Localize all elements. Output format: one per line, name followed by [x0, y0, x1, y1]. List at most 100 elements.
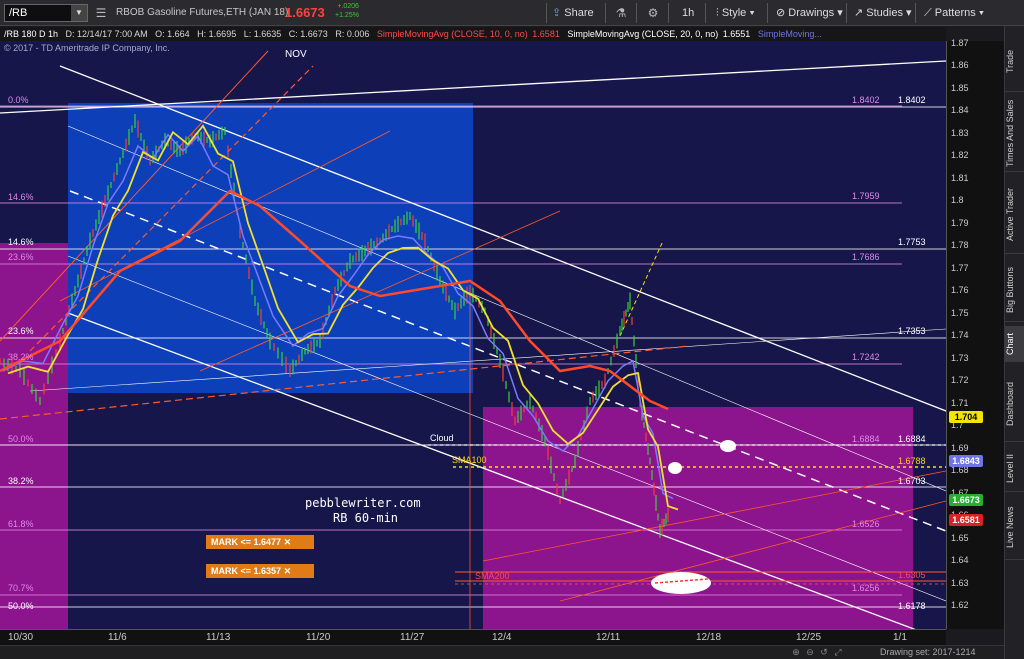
- symbol-text: /RB: [9, 7, 28, 19]
- share-icon: ⇪: [552, 7, 562, 19]
- sidebar-tab-big-buttons[interactable]: Big Buttons: [1005, 258, 1024, 322]
- bar-low: L: 1.6635: [243, 29, 282, 39]
- close-icon[interactable]: ✕: [284, 566, 292, 576]
- patterns-icon: ⟋: [924, 7, 932, 19]
- zoom-in-icon[interactable]: ⊕: [790, 647, 802, 658]
- x-tick-label: 11/27: [400, 632, 425, 643]
- sma-more-study[interactable]: SimpleMoving...: [758, 29, 822, 39]
- x-tick-label: 12/18: [696, 632, 722, 643]
- fib-left-3: 23.6%: [8, 252, 34, 262]
- fib-left-2: 14.6%: [8, 237, 34, 247]
- sma100-marker: [668, 462, 682, 474]
- fib-right-4: 1.7686: [852, 252, 880, 262]
- y-tick-label: 1.62: [951, 600, 969, 610]
- y-tick-label: 1.83: [951, 127, 969, 138]
- pct-change: +1.25%: [335, 12, 359, 19]
- fib-right-6: 1.7242: [852, 352, 880, 362]
- sma100-label: SMA100: [452, 455, 487, 465]
- gear-icon[interactable]: ⚙: [644, 4, 662, 22]
- bar-date: D: 12/14/17 7:00 AM: [65, 29, 148, 39]
- fib-left-0: 0.0%: [8, 95, 29, 105]
- drawings-button[interactable]: ⊘ Drawings ▾: [772, 4, 843, 22]
- mark-order-2[interactable]: MARK <= 1.6357 ✕: [206, 564, 314, 578]
- y-tick-label: 1.78: [951, 240, 969, 251]
- x-tick-label: 1/1: [893, 632, 907, 643]
- y-tick-label: 1.87: [951, 38, 969, 48]
- fib-left-7: 38.2%: [8, 476, 34, 486]
- price-badge: 1.6843: [949, 455, 983, 468]
- y-tick-label: 1.75: [951, 307, 969, 318]
- share-button[interactable]: ⇪ Share: [548, 4, 594, 22]
- sidebar-tab-chart[interactable]: Chart: [1005, 326, 1024, 362]
- y-tick-label: 1.82: [951, 150, 969, 161]
- fib-right-5: 1.7353: [898, 326, 926, 336]
- price-axis[interactable]: 1.87 1.86 1.85 1.84 1.83 1.82 1.81 1.8 1.79 1.78 1…: [946, 38, 1004, 629]
- sidebar-tab-times-and-sales[interactable]: Times And Sales: [1005, 96, 1024, 172]
- sma200-label: SMA200: [475, 571, 510, 581]
- sidebar-tab-dashboard[interactable]: Dashboard: [1005, 366, 1024, 442]
- fib-right-3: 1.7753: [898, 237, 926, 247]
- fib-left-9: 70.7%: [8, 583, 34, 593]
- y-tick-label: 1.77: [951, 262, 969, 273]
- patterns-button[interactable]: ⟋ Patterns ▾: [920, 4, 984, 22]
- chart-drawing: [0, 50, 946, 629]
- menu-icon[interactable]: ☰: [92, 4, 110, 22]
- y-tick-label: 1.64: [951, 555, 969, 566]
- y-tick-label: 1.74: [951, 330, 969, 341]
- studies-button[interactable]: ↗ Studies ▾: [850, 4, 912, 22]
- studies-icon: ↗: [854, 7, 864, 19]
- time-axis[interactable]: 10/30 11/6 11/13 11/20 11/27 12/4 12/11 12/18 12…: [0, 629, 946, 645]
- sma20-value: 1.6551: [722, 29, 751, 39]
- flask-icon[interactable]: ⚗: [612, 4, 630, 22]
- price-change: +.0206 +1.25%: [335, 2, 359, 20]
- x-tick-label: 11/6: [108, 632, 127, 643]
- fib-left-5: 38.2%: [8, 352, 34, 362]
- fib-right-0: 1.8402: [852, 95, 880, 105]
- sidebar-tab-trade[interactable]: Trade: [1005, 32, 1024, 92]
- sma200-marker: [651, 572, 711, 594]
- sidebar-tab-live-news[interactable]: Live News: [1005, 496, 1024, 560]
- fib-right-1: 1.8402: [898, 95, 926, 105]
- bar-range: R: 0.006: [335, 29, 370, 39]
- fib-right-14: 1.6178: [898, 601, 926, 611]
- sma20-study[interactable]: SimpleMovingAvg (CLOSE, 20, 0, no): [567, 29, 718, 39]
- sidebar-tab-level-ii[interactable]: Level II: [1005, 446, 1024, 492]
- mark-order-1[interactable]: MARK <= 1.6477 ✕: [206, 535, 314, 549]
- last-price: 1.6673: [285, 5, 325, 20]
- fib-right-8: 1.6884: [898, 434, 926, 444]
- zoom-out-icon[interactable]: ⊖: [804, 647, 816, 658]
- price-chart[interactable]: © 2017 - TD Ameritrade IP Company, Inc. …: [0, 41, 946, 629]
- y-tick-label: 1.69: [951, 442, 969, 453]
- fib-right-10: 1.6703: [898, 476, 926, 486]
- fib-right-2: 1.7959: [852, 191, 880, 201]
- x-tick-label: 12/25: [796, 632, 822, 643]
- close-icon[interactable]: ✕: [284, 537, 292, 547]
- chevron-down-icon[interactable]: ▼: [71, 5, 87, 21]
- fib-left-8: 61.8%: [8, 519, 34, 529]
- fib-right-11: 1.6526: [852, 519, 880, 529]
- top-toolbar: /RB ▼ ☰ RBOB Gasoline Futures,ETH (JAN 1…: [0, 0, 1024, 26]
- y-tick-label: 1.73: [951, 352, 969, 363]
- sidebar-tab-active-trader[interactable]: Active Trader: [1005, 176, 1024, 254]
- bar-high: H: 1.6695: [197, 29, 237, 39]
- watermark-timeframe: RB 60-min: [333, 511, 399, 525]
- sma10-value: 1.6581: [532, 29, 560, 39]
- y-tick-label: 1.86: [951, 60, 969, 71]
- y-tick-label: 1.81: [951, 172, 969, 183]
- interval-button[interactable]: 1h: [678, 4, 694, 22]
- reset-icon[interactable]: ↺: [818, 647, 830, 658]
- y-tick-label: 1.65: [951, 532, 969, 543]
- x-tick-label: 10/30: [8, 632, 34, 643]
- style-button[interactable]: ⫶ Style ▾: [712, 4, 755, 22]
- price-badge: 1.6581: [949, 514, 983, 527]
- x-tick-label: 11/13: [206, 632, 231, 643]
- symbol-input[interactable]: /RB ▼: [4, 4, 88, 22]
- drawing-set-label: Drawing set: 2017-1214: [880, 647, 976, 657]
- expand-icon[interactable]: ⤢: [832, 647, 844, 658]
- y-tick-label: 1.76: [951, 285, 969, 296]
- sma10-study[interactable]: SimpleMovingAvg (CLOSE, 10, 0, no): [377, 29, 528, 39]
- net-change: +.0206: [337, 3, 359, 10]
- y-tick-label: 1.72: [951, 375, 969, 386]
- y-tick-label: 1.84: [951, 105, 969, 116]
- fib-left-4: 23.6%: [8, 326, 34, 336]
